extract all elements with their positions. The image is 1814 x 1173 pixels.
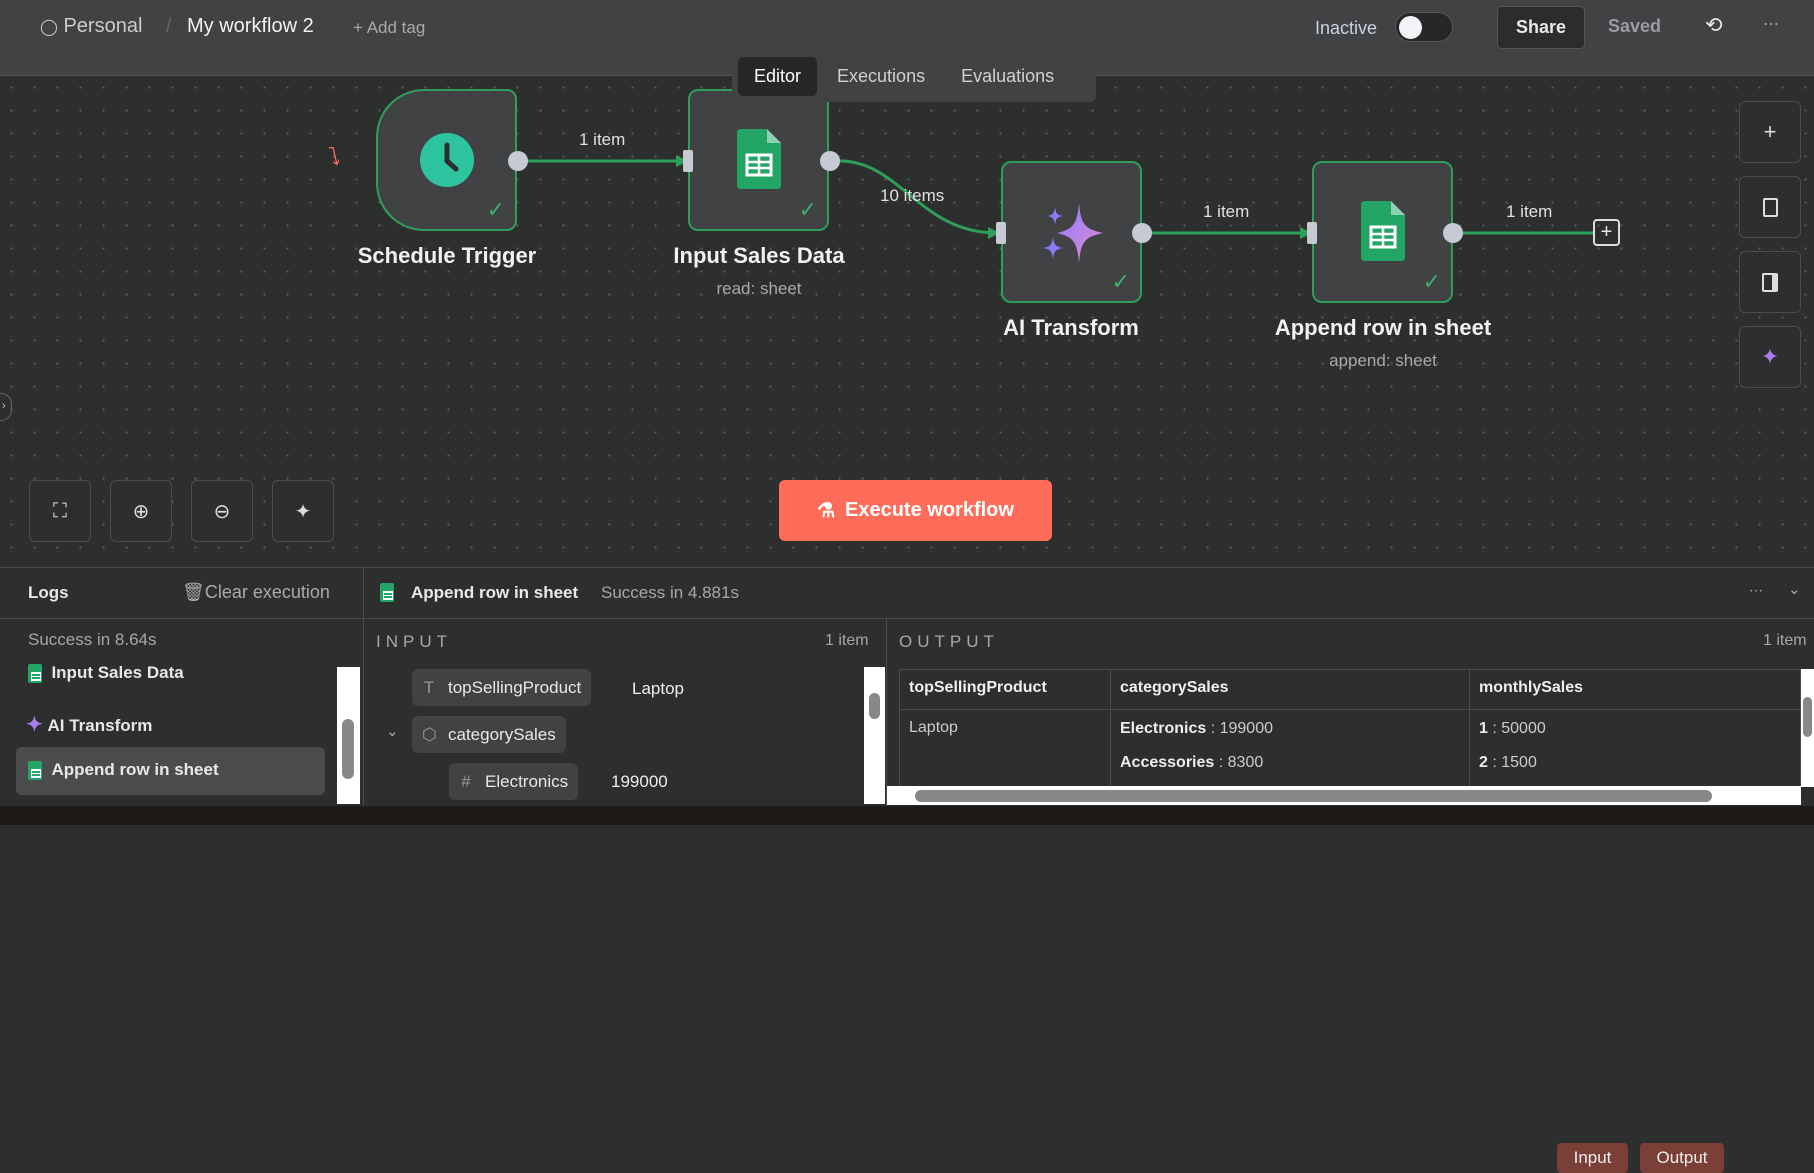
log-item-label: AI Transform (47, 716, 153, 735)
success-check-icon: ✓ (1111, 269, 1130, 294)
field-value: Laptop (632, 679, 684, 698)
table-cell: Electronics : 199000 Accessories : 8300 (1110, 709, 1470, 787)
logs-panel: Logs 🗑Clear execution Success in 8.64s I… (0, 567, 1814, 1173)
table-header-row: topSellingProduct categorySales monthlyS… (899, 669, 1801, 710)
input-scrollbar[interactable] (864, 667, 885, 804)
ai-sparkle-icon (1043, 203, 1103, 263)
object-type-icon: ⬡ (422, 724, 437, 744)
field-value: 199000 (611, 772, 668, 791)
success-check-icon: ✓ (1422, 269, 1441, 294)
field-key: Electronics (485, 771, 569, 791)
table-row: Laptop Electronics : 199000 Accessories … (899, 709, 1801, 787)
output-handle[interactable] (1132, 223, 1152, 243)
google-sheets-icon (1361, 201, 1405, 261)
column-header: topSellingProduct (899, 669, 1111, 710)
input-field-key: # Electronics (449, 763, 579, 800)
google-sheets-icon (737, 129, 781, 189)
tab-editor[interactable]: Editor (738, 57, 818, 96)
output-table: topSellingProduct categorySales monthlyS… (899, 669, 1801, 787)
output-table-container: topSellingProduct categorySales monthlyS… (899, 669, 1801, 787)
execution-summary: Success in 8.64s (28, 630, 157, 649)
log-item-selected[interactable]: Append row in sheet (16, 747, 325, 795)
success-check-icon: ✓ (798, 197, 817, 222)
input-field-key: ⬡ categorySales (412, 716, 566, 753)
node-input-sales-data[interactable]: ✓ (688, 89, 829, 231)
clear-execution-button[interactable]: 🗑Clear execution (182, 582, 330, 603)
output-handle[interactable] (820, 151, 840, 171)
clock-icon (420, 133, 474, 187)
edge-label: 1 item (1506, 202, 1553, 221)
cell-key: 1 (1479, 720, 1488, 737)
output-handle[interactable] (508, 151, 528, 171)
input-handle[interactable] (996, 222, 1006, 244)
node-append-row-in-sheet[interactable]: ✓ (1312, 161, 1453, 303)
tab-evaluations[interactable]: Evaluations (945, 57, 1070, 96)
node-ai-transform[interactable]: ✓ (1001, 161, 1142, 303)
output-handle[interactable] (1443, 223, 1463, 243)
cell-value: 1500 (1501, 754, 1537, 771)
number-type-icon: # (461, 771, 471, 791)
logs-title: Logs (28, 583, 69, 602)
text-type-icon: T (423, 677, 435, 697)
input-toggle-button[interactable]: Input (1557, 1143, 1628, 1173)
cell-value: 8300 (1227, 754, 1264, 771)
cell-key: 2 (1479, 754, 1488, 771)
google-sheets-icon (28, 664, 42, 684)
field-key: categorySales (448, 724, 556, 744)
output-horizontal-scrollbar[interactable] (887, 786, 1801, 805)
output-item-count: 1 item (1763, 632, 1807, 649)
google-sheets-icon (380, 583, 394, 602)
selected-node-status: Success in 4.881s (601, 583, 739, 602)
edge-label: 10 items (880, 186, 945, 205)
output-section-title: OUTPUT (899, 632, 999, 651)
view-tabs: Editor Executions Evaluations (732, 51, 1096, 102)
tab-executions[interactable]: Executions (821, 57, 941, 96)
input-item-count: 1 item (825, 632, 869, 649)
cell-value: 50000 (1501, 720, 1546, 737)
input-handle[interactable] (1307, 222, 1317, 244)
edge-label: 1 item (1203, 202, 1250, 221)
os-taskbar (0, 806, 1814, 825)
input-field-key: TtopSellingProduct (412, 669, 592, 706)
expand-chevron-icon[interactable]: ⌄ (386, 722, 399, 740)
log-item[interactable]: Input Sales Data (28, 663, 184, 684)
column-header: monthlySales (1469, 669, 1801, 710)
log-item-label: Append row in sheet (51, 760, 219, 779)
field-key: topSellingProduct (448, 677, 582, 697)
table-cell: 1 : 50000 2 : 1500 (1469, 709, 1801, 787)
log-item[interactable]: ✦ AI Transform (26, 712, 152, 737)
trash-icon: 🗑 (182, 582, 205, 602)
cell-key: Electronics (1120, 720, 1207, 737)
log-item-label: Input Sales Data (51, 663, 184, 682)
google-sheets-icon (28, 761, 42, 781)
clear-label: Clear execution (204, 582, 330, 602)
add-node-plus-icon[interactable]: + (1593, 219, 1620, 246)
cell-key: Accessories (1120, 754, 1215, 771)
trigger-bolt-icon: ⭝ (328, 144, 341, 171)
selected-node-name: Append row in sheet (411, 583, 579, 602)
more-options-icon[interactable]: ⋯ (1749, 582, 1763, 599)
input-handle[interactable] (683, 150, 693, 172)
collapse-chevron-icon[interactable]: ⌄ (1788, 580, 1801, 598)
ai-sparkle-icon: ✦ (26, 714, 43, 736)
output-toggle-button[interactable]: Output (1640, 1143, 1724, 1173)
table-cell: Laptop (899, 709, 1111, 787)
edge-label: 1 item (579, 130, 626, 149)
logs-scrollbar[interactable] (337, 667, 360, 804)
input-section-title: INPUT (376, 632, 452, 651)
cell-value: 199000 (1219, 720, 1273, 737)
node-schedule-trigger[interactable]: ✓ (376, 89, 517, 231)
output-vertical-scrollbar[interactable] (1801, 669, 1814, 787)
column-header: categorySales (1110, 669, 1470, 710)
success-check-icon: ✓ (486, 197, 505, 222)
